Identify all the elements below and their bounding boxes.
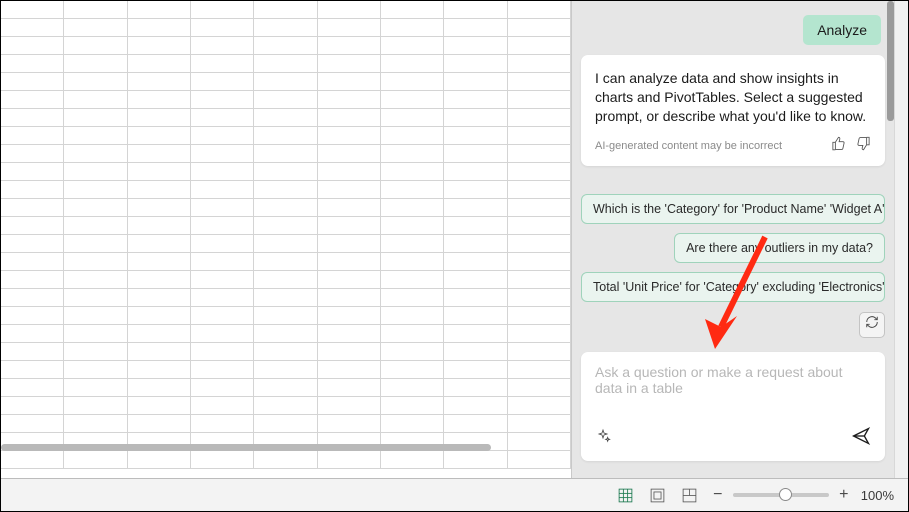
- intro-card: I can analyze data and show insights in …: [581, 55, 885, 166]
- prompt-input-card: [581, 352, 885, 461]
- pane-vertical-scrollbar[interactable]: [887, 1, 894, 478]
- sparkle-icon[interactable]: [595, 428, 611, 449]
- pane-scroll-thumb[interactable]: [887, 1, 894, 121]
- zoom-out-button[interactable]: −: [711, 488, 725, 502]
- prompt-input[interactable]: [595, 364, 871, 404]
- ai-disclaimer: AI-generated content may be incorrect: [595, 140, 782, 152]
- zoom-control: − +: [711, 488, 851, 502]
- suggestion-2[interactable]: Are there any outliers in my data?: [674, 233, 885, 263]
- thumbs-down-icon[interactable]: [856, 136, 871, 156]
- view-page-break-button[interactable]: [679, 484, 701, 506]
- analyze-button[interactable]: Analyze: [803, 15, 881, 45]
- thumbs-up-icon[interactable]: [831, 136, 846, 156]
- horizontal-scroll-thumb[interactable]: [1, 444, 491, 451]
- zoom-in-button[interactable]: +: [837, 488, 851, 502]
- send-icon[interactable]: [851, 426, 871, 451]
- copilot-pane: Analyze I can analyze data and show insi…: [571, 1, 894, 478]
- zoom-slider[interactable]: [733, 493, 829, 497]
- status-bar: − + 100%: [1, 478, 908, 511]
- main-area: Analyze I can analyze data and show insi…: [1, 1, 908, 478]
- suggested-prompts: Which is the 'Category' for 'Product Nam…: [581, 194, 885, 302]
- view-normal-button[interactable]: [615, 484, 637, 506]
- vertical-scrollbar[interactable]: [894, 1, 908, 478]
- suggestion-1[interactable]: Which is the 'Category' for 'Product Nam…: [581, 194, 885, 224]
- spreadsheet-grid[interactable]: [1, 1, 571, 478]
- zoom-value[interactable]: 100%: [861, 488, 894, 503]
- zoom-slider-thumb[interactable]: [779, 488, 792, 501]
- refresh-suggestions-button[interactable]: [859, 312, 885, 338]
- refresh-icon: [865, 315, 879, 334]
- view-page-layout-button[interactable]: [647, 484, 669, 506]
- horizontal-scrollbar[interactable]: [1, 440, 571, 456]
- suggestion-3[interactable]: Total 'Unit Price' for 'Category' exclud…: [581, 272, 885, 302]
- intro-text: I can analyze data and show insights in …: [595, 69, 871, 126]
